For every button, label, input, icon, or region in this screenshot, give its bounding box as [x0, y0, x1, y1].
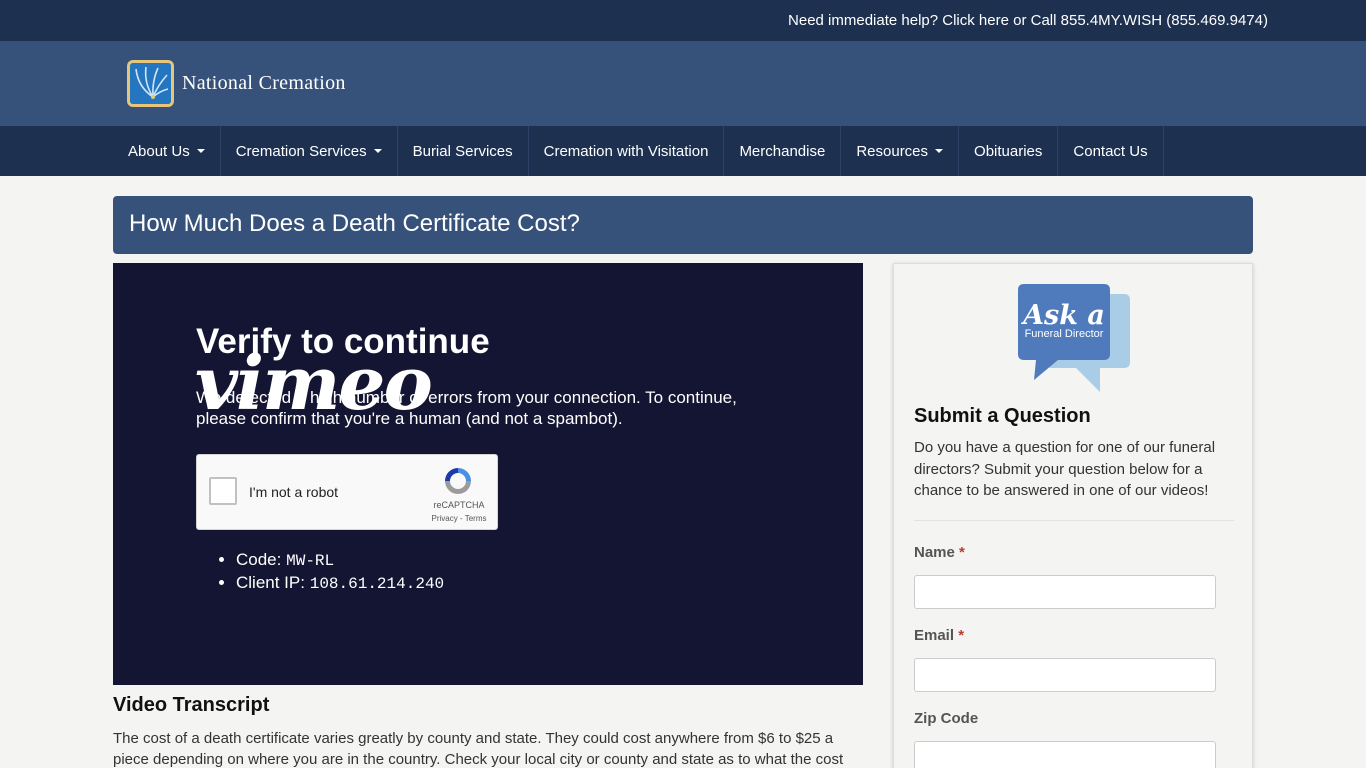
code-value: MW-RL [286, 552, 335, 570]
client-ip-item: Client IP: 108.61.214.240 [236, 572, 444, 595]
video-embed[interactable]: Verify to continue We detected a high nu… [113, 263, 863, 685]
email-input[interactable] [914, 658, 1216, 692]
nav-item-label: Obituaries [974, 142, 1043, 160]
sidebar-title: Submit a Question [914, 405, 1091, 427]
top-bar: Need immediate help? Click here or Call … [0, 0, 1366, 41]
zip-input[interactable] [914, 741, 1216, 768]
code-label: Code: [236, 550, 282, 569]
nav-item-obituaries[interactable]: Obituaries [959, 126, 1059, 176]
nav-item-label: Resources [856, 142, 929, 160]
help-call-link[interactable]: Need immediate help? Click here or Call … [788, 12, 1268, 29]
ask-logo-line2: Funeral Director [1025, 328, 1104, 340]
page-heading-bar: How Much Does a Death Certificate Cost? [113, 196, 1253, 254]
recaptcha-checkbox[interactable] [209, 477, 237, 505]
ip-label: Client IP: [236, 573, 305, 592]
zip-label: Zip Code [914, 710, 979, 727]
vimeo-logo: vimeo [195, 341, 433, 427]
nav-item-label: Burial Services [412, 142, 513, 160]
nav-item-label: About Us [128, 142, 190, 160]
recaptcha-brand: reCAPTCHA [433, 500, 485, 510]
required-mark: * [959, 544, 965, 561]
sidebar-text: Do you have a question for one of our fu… [914, 439, 1216, 499]
ask-logo-line1: Ask a [1020, 300, 1105, 331]
nav-item-cremation-services[interactable]: Cremation Services [221, 126, 398, 176]
nav-item-contact-us[interactable]: Contact Us [1058, 126, 1164, 176]
nav-item-label: Cremation with Visitation [543, 142, 709, 160]
transcript-text: The cost of a death certificate varies g… [113, 730, 844, 768]
nav-item-burial-services[interactable]: Burial Services [398, 126, 529, 176]
recaptcha-icon [445, 468, 471, 494]
nav-item-resources[interactable]: Resources [841, 126, 960, 176]
caret-down-icon [935, 149, 944, 153]
question-sidebar: Ask a Funeral Director Submit a Question… [893, 263, 1253, 768]
nav-item-about-us[interactable]: About Us [113, 126, 221, 176]
nav-item-label: Cremation Services [235, 142, 367, 160]
site-header: National Cremation [0, 41, 1366, 126]
name-label: Name * [914, 544, 965, 561]
name-input[interactable] [914, 575, 1216, 609]
recaptcha-links[interactable]: Privacy - Terms [416, 514, 502, 523]
error-info-list: Code: MW-RL Client IP: 108.61.214.240 [236, 549, 444, 595]
caret-down-icon [373, 149, 382, 153]
nav-item-cremation-with-visitation[interactable]: Cremation with Visitation [529, 126, 725, 176]
divider [914, 520, 1234, 521]
nav-item-merchandise[interactable]: Merchandise [724, 126, 842, 176]
page-title: How Much Does a Death Certificate Cost? [129, 210, 580, 237]
nav-item-label: Contact Us [1073, 142, 1148, 160]
error-code-item: Code: MW-RL [236, 549, 444, 572]
ip-value: 108.61.214.240 [309, 575, 445, 593]
transcript-title: Video Transcript [113, 694, 270, 716]
logo-text: National Cremation [182, 72, 346, 94]
main-nav: About Us Cremation Services Burial Service… [0, 126, 1366, 176]
caret-down-icon [196, 149, 205, 153]
site-logo[interactable]: National Cremation [127, 60, 346, 107]
national-cremation-logo-icon [127, 60, 174, 107]
required-mark: * [958, 627, 965, 644]
recaptcha-widget: I'm not a robot reCAPTCHA Privacy - Term… [196, 454, 498, 530]
ask-funeral-director-logo: Ask a Funeral Director [1018, 284, 1130, 392]
nav-item-label: Merchandise [739, 142, 826, 160]
recaptcha-label: I'm not a robot [249, 484, 339, 500]
nav-list: About Us Cremation Services Burial Service… [113, 126, 1164, 176]
email-label: Email * [914, 627, 965, 644]
